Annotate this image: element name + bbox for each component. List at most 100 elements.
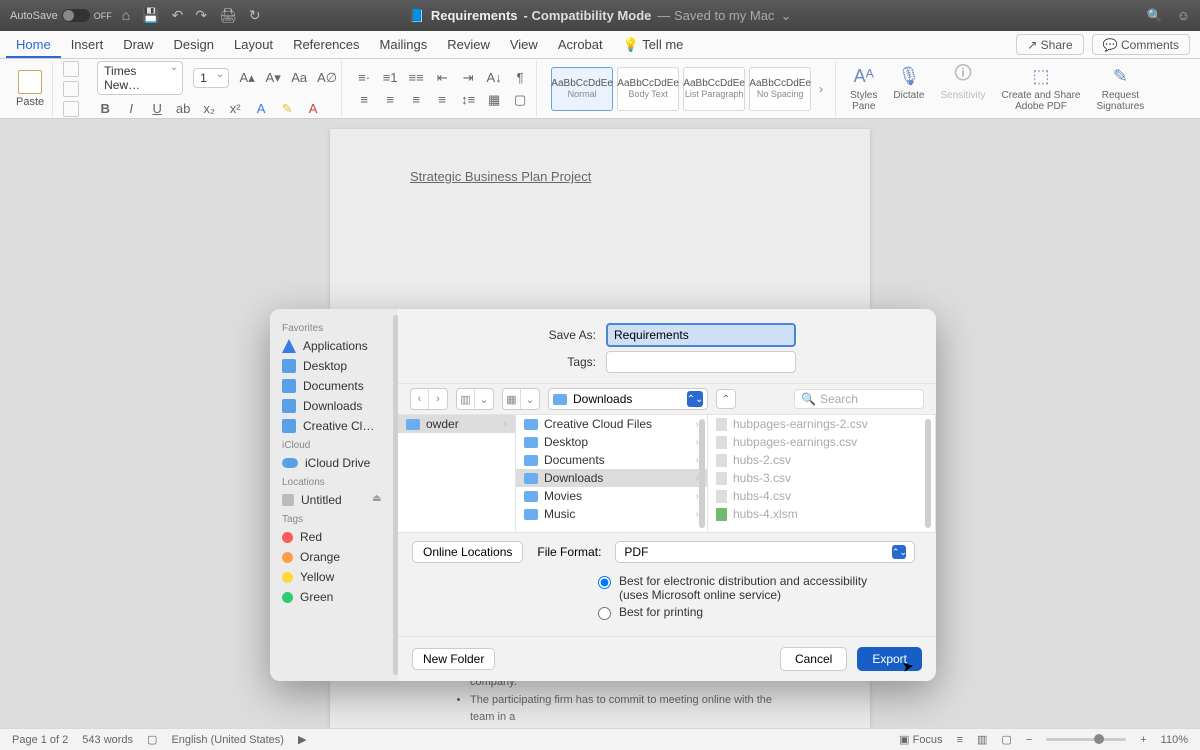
- save-icon[interactable]: 💾: [142, 7, 159, 24]
- styles-button[interactable]: AᴬStylesPane: [842, 65, 885, 112]
- justify-icon[interactable]: ≡: [434, 92, 450, 107]
- create-and-share-button[interactable]: ⬚Create and ShareAdobe PDF: [994, 65, 1089, 112]
- word-count[interactable]: 543 words: [82, 734, 133, 746]
- undo-icon[interactable]: ↶: [172, 7, 184, 24]
- online-locations-button[interactable]: Online Locations: [412, 541, 523, 563]
- view-grid-icon[interactable]: ▦⌄: [502, 388, 540, 410]
- folder-item[interactable]: Creative Cloud Files›: [516, 415, 707, 433]
- tab-mailings[interactable]: Mailings: [370, 31, 438, 58]
- zoom-out-icon[interactable]: −: [1026, 734, 1032, 746]
- collapse-button[interactable]: ⌃: [716, 389, 736, 409]
- cancel-button[interactable]: Cancel: [780, 647, 847, 671]
- sidebar-tag-red[interactable]: Red: [270, 527, 398, 547]
- shading-icon[interactable]: ▦: [486, 92, 502, 108]
- tab-design[interactable]: Design: [164, 31, 224, 58]
- tags-input[interactable]: [606, 351, 796, 373]
- file-item[interactable]: hubs-4.csv: [708, 487, 935, 505]
- sidebar-item-untitled[interactable]: Untitled⏏: [270, 490, 398, 510]
- page-status[interactable]: Page 1 of 2: [12, 734, 68, 746]
- borders-icon[interactable]: ▢: [512, 92, 528, 108]
- file-item[interactable]: hubpages-earnings.csv: [708, 433, 935, 451]
- finder-search[interactable]: 🔍 Search: [794, 389, 924, 409]
- export-button[interactable]: Export: [857, 647, 922, 671]
- folder-item[interactable]: owder›: [398, 415, 515, 433]
- change-case-icon[interactable]: Aa: [291, 70, 307, 85]
- radio-printing[interactable]: Best for printing: [598, 605, 922, 620]
- tab-draw[interactable]: Draw: [113, 31, 163, 58]
- save-as-input[interactable]: [606, 323, 796, 347]
- tab-layout[interactable]: Layout: [224, 31, 283, 58]
- sidebar-tag-orange[interactable]: Orange: [270, 547, 398, 567]
- spellcheck-icon[interactable]: ▢: [147, 733, 157, 746]
- font-family-dropdown[interactable]: Times New…: [97, 61, 183, 95]
- macro-icon[interactable]: ▶: [298, 733, 306, 746]
- paste-button[interactable]: Paste: [8, 61, 53, 116]
- font-size-dropdown[interactable]: 1: [193, 68, 229, 88]
- bullets-icon[interactable]: ≡·: [356, 70, 372, 85]
- styles-gallery[interactable]: AaBbCcDdEeNormalAaBbCcDdEeBody TextAaBbC…: [543, 61, 836, 116]
- view-web-icon[interactable]: ▥: [977, 733, 987, 746]
- format-painter-icon[interactable]: [63, 101, 79, 117]
- tab-insert[interactable]: Insert: [61, 31, 114, 58]
- copy-icon[interactable]: [63, 81, 79, 97]
- sidebar-tag-yellow[interactable]: Yellow: [270, 567, 398, 587]
- tab-references[interactable]: References: [283, 31, 369, 58]
- style-list-paragraph[interactable]: AaBbCcDdEeList Paragraph: [683, 67, 745, 111]
- finder-columns[interactable]: owder› Creative Cloud Files›Desktop›Docu…: [398, 415, 936, 533]
- folder-item[interactable]: Downloads›: [516, 469, 707, 487]
- align-center-icon[interactable]: ≡: [382, 92, 398, 107]
- highlight-icon[interactable]: ✎: [279, 101, 295, 117]
- grow-font-icon[interactable]: A▴: [239, 70, 255, 86]
- dictate-button[interactable]: 🎙Dictate: [885, 65, 932, 112]
- file-item[interactable]: hubpages-earnings-2.csv: [708, 415, 935, 433]
- numbering-icon[interactable]: ≡1: [382, 70, 398, 85]
- home-icon[interactable]: ⌂: [122, 7, 130, 24]
- align-right-icon[interactable]: ≡: [408, 92, 424, 107]
- sort-icon[interactable]: A↓: [486, 70, 502, 85]
- folder-item[interactable]: Music›: [516, 505, 707, 523]
- align-left-icon[interactable]: ≡: [356, 92, 372, 107]
- autosave-toggle[interactable]: AutoSave OFF: [10, 9, 112, 22]
- sidebar-tag-green[interactable]: Green: [270, 587, 398, 607]
- strike-icon[interactable]: ab: [175, 101, 191, 116]
- zoom-in-icon[interactable]: +: [1140, 734, 1146, 746]
- superscript-icon[interactable]: x²: [227, 101, 243, 116]
- pilcrow-icon[interactable]: ¶: [512, 70, 528, 85]
- search-icon[interactable]: 🔍: [1147, 8, 1163, 24]
- sidebar-item-applications[interactable]: Applications: [270, 336, 398, 356]
- comments-button[interactable]: 💬 Comments: [1092, 34, 1190, 55]
- file-item[interactable]: hubs-3.csv: [708, 469, 935, 487]
- zoom-slider[interactable]: [1046, 738, 1126, 741]
- underline-icon[interactable]: U: [149, 101, 165, 116]
- folder-item[interactable]: Desktop›: [516, 433, 707, 451]
- tab-view[interactable]: View: [500, 31, 548, 58]
- folder-item[interactable]: Documents›: [516, 451, 707, 469]
- sidebar-item-icloud-drive[interactable]: iCloud Drive: [270, 453, 398, 473]
- language-status[interactable]: English (United States): [171, 734, 284, 746]
- sidebar-item-downloads[interactable]: Downloads: [270, 396, 398, 416]
- style-body-text[interactable]: AaBbCcDdEeBody Text: [617, 67, 679, 111]
- zoom-level[interactable]: 110%: [1161, 734, 1188, 746]
- view-read-icon[interactable]: ▢: [1001, 733, 1011, 746]
- focus-mode-button[interactable]: ▣ Focus: [899, 733, 942, 746]
- text-effects-icon[interactable]: A: [253, 101, 269, 116]
- style-normal[interactable]: AaBbCcDdEeNormal: [551, 67, 613, 111]
- file-item[interactable]: hubs-4.xlsm: [708, 505, 935, 523]
- sidebar-item-desktop[interactable]: Desktop: [270, 356, 398, 376]
- file-format-dropdown[interactable]: PDF ⌃⌄: [615, 541, 915, 563]
- radio-electronic[interactable]: Best for electronic distribution and acc…: [598, 574, 922, 602]
- sync-icon[interactable]: ↻: [249, 7, 261, 24]
- font-color-icon[interactable]: A: [305, 101, 321, 116]
- subscript-icon[interactable]: x₂: [201, 101, 217, 116]
- decrease-indent-icon[interactable]: ⇤: [434, 70, 450, 86]
- tab-acrobat[interactable]: Acrobat: [548, 31, 613, 58]
- file-item[interactable]: hubs-2.csv: [708, 451, 935, 469]
- location-dropdown[interactable]: Downloads ⌃⌄: [548, 388, 708, 410]
- multilevel-icon[interactable]: ≡≡: [408, 70, 424, 85]
- italic-icon[interactable]: I: [123, 101, 139, 116]
- tab-review[interactable]: Review: [437, 31, 500, 58]
- sidebar-item-creative-cl-[interactable]: Creative Cl…: [270, 416, 398, 436]
- account-icon[interactable]: ☺: [1177, 8, 1190, 24]
- style-no-spacing[interactable]: AaBbCcDdEeNo Spacing: [749, 67, 811, 111]
- shrink-font-icon[interactable]: A▾: [265, 70, 281, 86]
